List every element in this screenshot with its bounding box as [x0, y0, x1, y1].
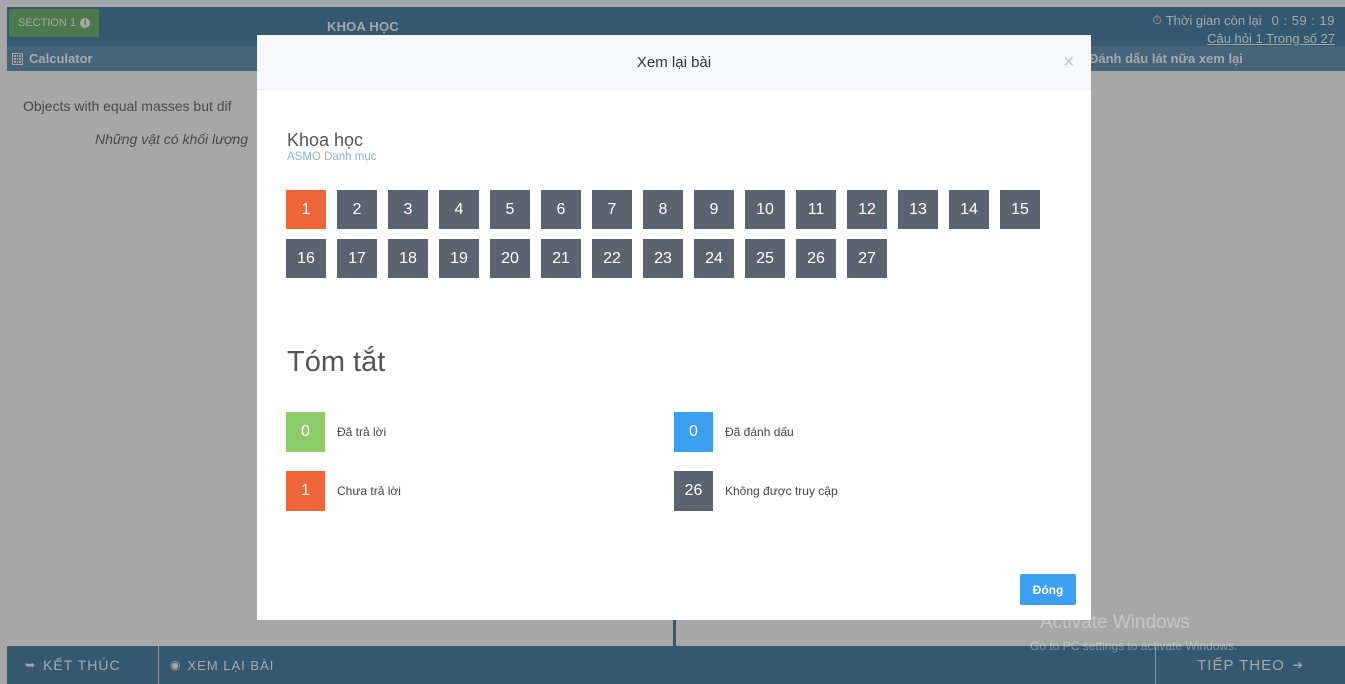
- question-number-button[interactable]: 20: [490, 239, 530, 278]
- question-number-button[interactable]: 24: [694, 239, 734, 278]
- question-number-button[interactable]: 27: [847, 239, 887, 278]
- question-number-button[interactable]: 3: [388, 190, 428, 229]
- question-number-button[interactable]: 18: [388, 239, 428, 278]
- question-number-button[interactable]: 8: [643, 190, 683, 229]
- flagged-label: Đã đánh dấu: [725, 425, 794, 439]
- question-number-button[interactable]: 26: [796, 239, 836, 278]
- question-number-button[interactable]: 2: [337, 190, 377, 229]
- question-number-button[interactable]: 17: [337, 239, 377, 278]
- summary-not-visited: 26 Không được truy cập: [674, 471, 838, 511]
- subject-subtitle: ASMO Danh mục: [287, 151, 377, 163]
- question-number-button[interactable]: 21: [541, 239, 581, 278]
- subject-title: Khoa học: [287, 130, 364, 150]
- question-number-button[interactable]: 7: [592, 190, 632, 229]
- question-number-button[interactable]: 10: [745, 190, 785, 229]
- question-number-button[interactable]: 22: [592, 239, 632, 278]
- question-number-button[interactable]: 25: [745, 239, 785, 278]
- question-number-button[interactable]: 19: [439, 239, 479, 278]
- question-number-button[interactable]: 6: [541, 190, 581, 229]
- summary-flagged: 0 Đã đánh dấu: [674, 412, 794, 452]
- question-number-button[interactable]: 12: [847, 190, 887, 229]
- question-number-button[interactable]: 9: [694, 190, 734, 229]
- review-modal: Xem lại bài × Khoa học ASMO Danh mục 123…: [257, 35, 1091, 620]
- question-number-button[interactable]: 15: [1000, 190, 1040, 229]
- not-visited-count: 26: [674, 471, 713, 511]
- unanswered-label: Chưa trả lời: [337, 484, 401, 498]
- flagged-count: 0: [674, 412, 713, 452]
- question-grid: 1 2 3 4 5 6 7 8 9 10 11 12 13 14 15 16 17 18 19 20 21 22 23 24 2…: [286, 190, 1056, 278]
- question-number-button[interactable]: 16: [286, 239, 326, 278]
- modal-header: Xem lại bài ×: [257, 35, 1091, 90]
- question-number-button[interactable]: 4: [439, 190, 479, 229]
- close-icon[interactable]: ×: [1062, 52, 1075, 70]
- watermark-subtitle: Go to PC settings to activate Windows.: [1030, 639, 1238, 653]
- unanswered-count: 1: [286, 471, 325, 511]
- not-visited-label: Không được truy cập: [725, 484, 838, 498]
- question-number-button[interactable]: 5: [490, 190, 530, 229]
- close-button[interactable]: Đóng: [1020, 574, 1076, 605]
- question-number-button[interactable]: 13: [898, 190, 938, 229]
- summary-title: Tóm tắt: [287, 346, 386, 378]
- summary-unanswered: 1 Chưa trả lời: [286, 471, 401, 511]
- modal-title: Xem lại bài: [636, 54, 712, 71]
- question-number-button[interactable]: 1: [286, 190, 326, 229]
- answered-count: 0: [286, 412, 325, 452]
- answered-label: Đã trả lời: [337, 425, 387, 439]
- question-number-button[interactable]: 14: [949, 190, 989, 229]
- question-number-button[interactable]: 11: [796, 190, 836, 229]
- summary-answered: 0 Đã trả lời: [286, 412, 386, 452]
- question-number-button[interactable]: 23: [643, 239, 683, 278]
